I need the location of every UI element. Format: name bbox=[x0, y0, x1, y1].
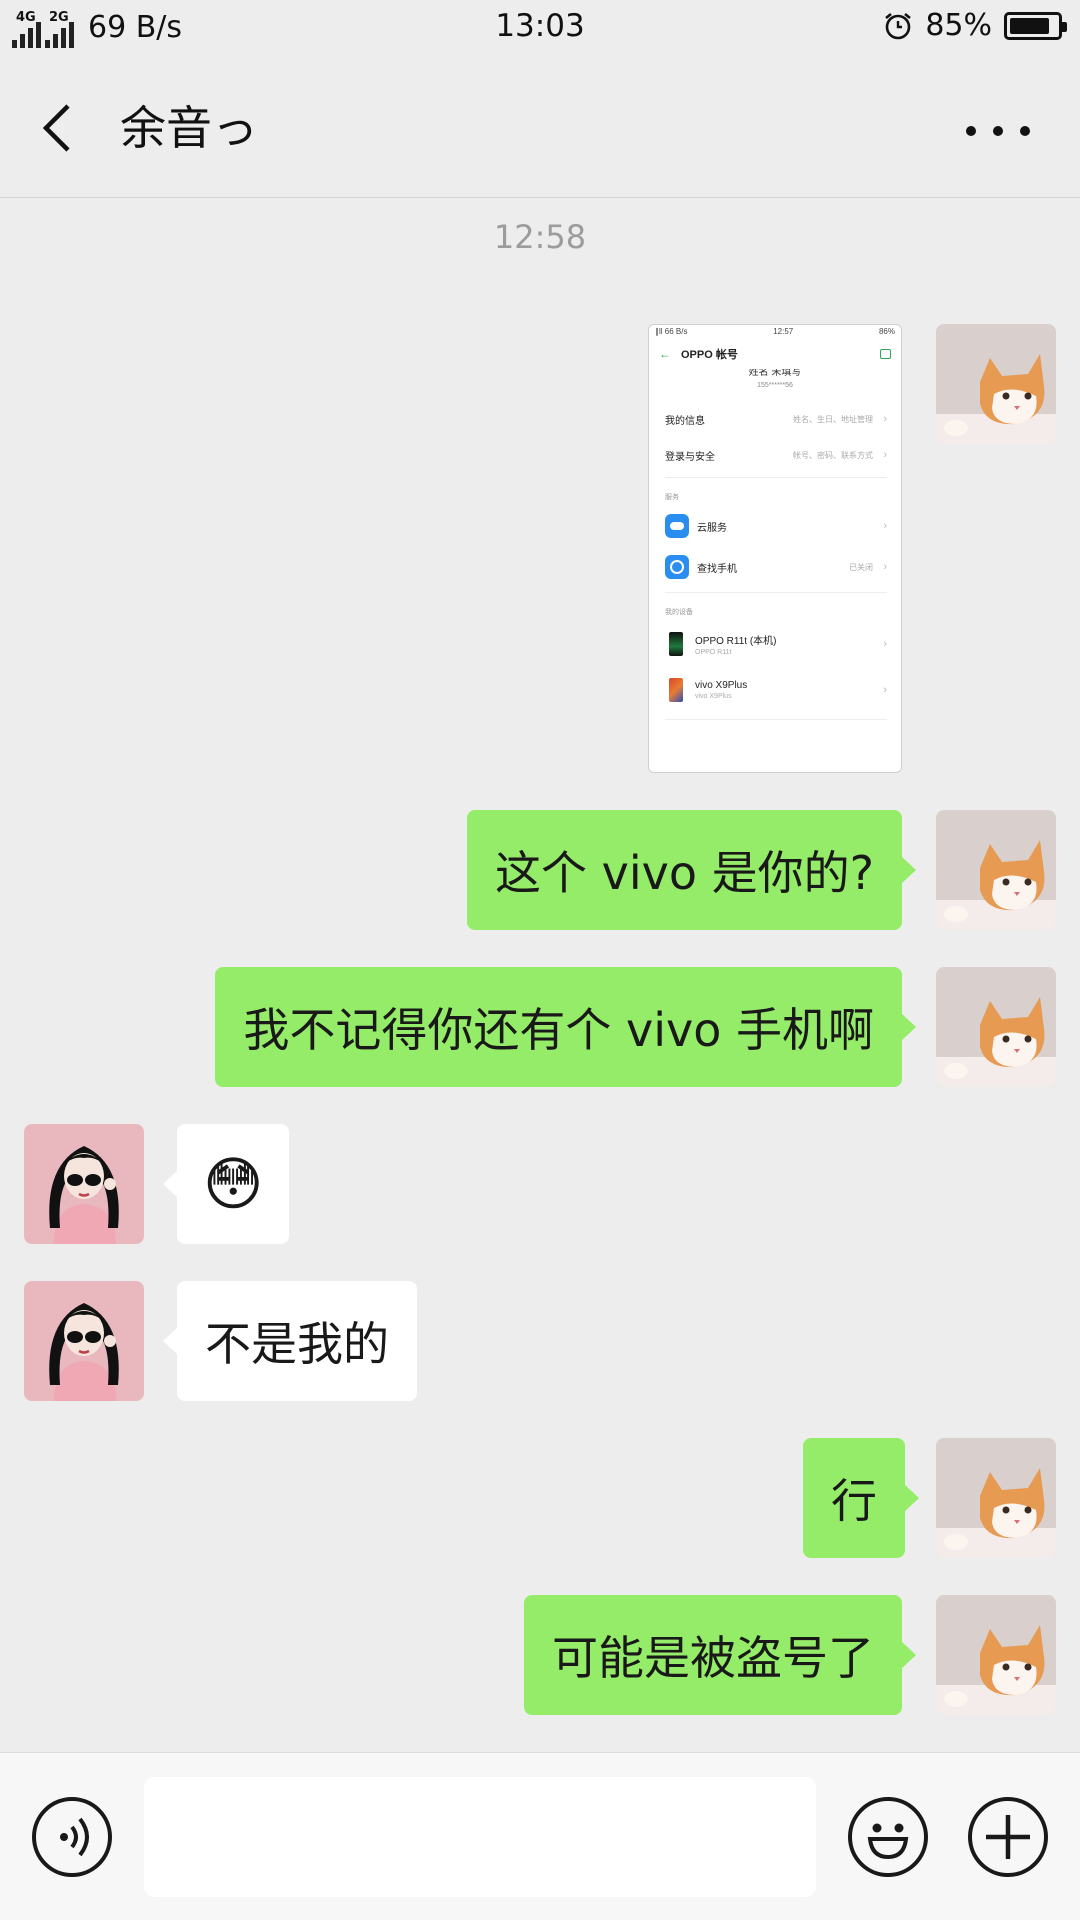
message-text: 这个 vivo 是你的? bbox=[494, 846, 874, 900]
screenshot-row: 我的信息 姓名、生日、地址管理 › bbox=[665, 413, 887, 427]
message-text: 不是我的 bbox=[205, 1317, 389, 1371]
screenshot-header: ← OPPO 帐号 bbox=[649, 339, 901, 369]
battery-percent: 85% bbox=[925, 8, 992, 43]
message-input[interactable] bbox=[144, 1777, 816, 1897]
message-text: 可能是被盗号了 bbox=[552, 1631, 874, 1685]
battery-level bbox=[1010, 17, 1050, 34]
message-bubble[interactable]: 😳 bbox=[162, 1124, 290, 1244]
flushed-face-emoji: 😳 bbox=[203, 1150, 264, 1218]
screenshot-back-icon: ← bbox=[659, 347, 671, 361]
message-bubble[interactable]: 我不记得你还有个 vivo 手机啊 bbox=[215, 967, 916, 1087]
voice-input-icon[interactable] bbox=[32, 1797, 112, 1877]
chat-title: 余音っ bbox=[120, 101, 258, 155]
screenshot-row: 登录与安全 帐号、密码、联系方式 › bbox=[665, 449, 887, 463]
screenshot-row: 查找手机 已关闭 › bbox=[649, 546, 901, 588]
screenshot-title: OPPO 帐号 bbox=[681, 349, 738, 361]
message-text: 我不记得你还有个 vivo 手机啊 bbox=[243, 1003, 874, 1057]
image-message[interactable]: ∥ll 66 B/s 12:57 86% ← OPPO 帐号 姓名 未填写 15… bbox=[648, 324, 902, 773]
message-bubble[interactable]: 可能是被盗号了 bbox=[524, 1595, 916, 1715]
message-bubble[interactable]: 不是我的 bbox=[163, 1281, 417, 1401]
contact-avatar[interactable] bbox=[24, 1281, 144, 1401]
my-avatar[interactable] bbox=[936, 1438, 1056, 1558]
screenshot-name: 姓名 未填写 bbox=[748, 369, 802, 378]
battery-icon bbox=[1004, 11, 1067, 40]
back-arrow-icon[interactable] bbox=[34, 96, 84, 160]
my-avatar[interactable] bbox=[936, 967, 1056, 1087]
screenshot-status-bar: ∥ll 66 B/s 12:57 86% bbox=[655, 327, 895, 336]
find-phone-icon bbox=[665, 555, 689, 579]
message-timestamp: 12:58 bbox=[493, 218, 587, 256]
chat-header: 余音っ bbox=[0, 56, 1080, 198]
phone-icon bbox=[669, 678, 683, 702]
emoji-icon[interactable] bbox=[848, 1797, 928, 1877]
screenshot-device-row: OPPO R11t (本机) OPPO R11t › bbox=[649, 621, 901, 667]
message-bubble[interactable]: 行 bbox=[803, 1438, 919, 1558]
screenshot-phone: 155******56 bbox=[757, 382, 793, 389]
status-bar: 4G 2G 69 B/s 13:03 85% bbox=[0, 0, 1080, 56]
message-text: 行 bbox=[831, 1474, 877, 1528]
screenshot-device-row: vivo X9Plus vivo X9Plus › bbox=[649, 667, 901, 713]
screenshot-section-label: 我的设备 bbox=[665, 609, 693, 616]
alarm-icon bbox=[885, 12, 912, 39]
phone-icon bbox=[669, 632, 683, 656]
plus-icon[interactable] bbox=[968, 1797, 1048, 1877]
input-bar bbox=[0, 1752, 1080, 1920]
more-options-icon[interactable] bbox=[966, 116, 1030, 146]
screenshot-row: 云服务 › bbox=[649, 506, 901, 546]
my-avatar[interactable] bbox=[936, 324, 1056, 444]
my-avatar[interactable] bbox=[936, 810, 1056, 930]
cloud-icon bbox=[665, 514, 689, 538]
contact-avatar[interactable] bbox=[24, 1124, 144, 1244]
screenshot-section-label: 服务 bbox=[665, 494, 679, 501]
my-avatar[interactable] bbox=[936, 1595, 1056, 1715]
message-bubble[interactable]: 这个 vivo 是你的? bbox=[466, 810, 917, 930]
screenshot-scan-icon bbox=[880, 349, 891, 359]
